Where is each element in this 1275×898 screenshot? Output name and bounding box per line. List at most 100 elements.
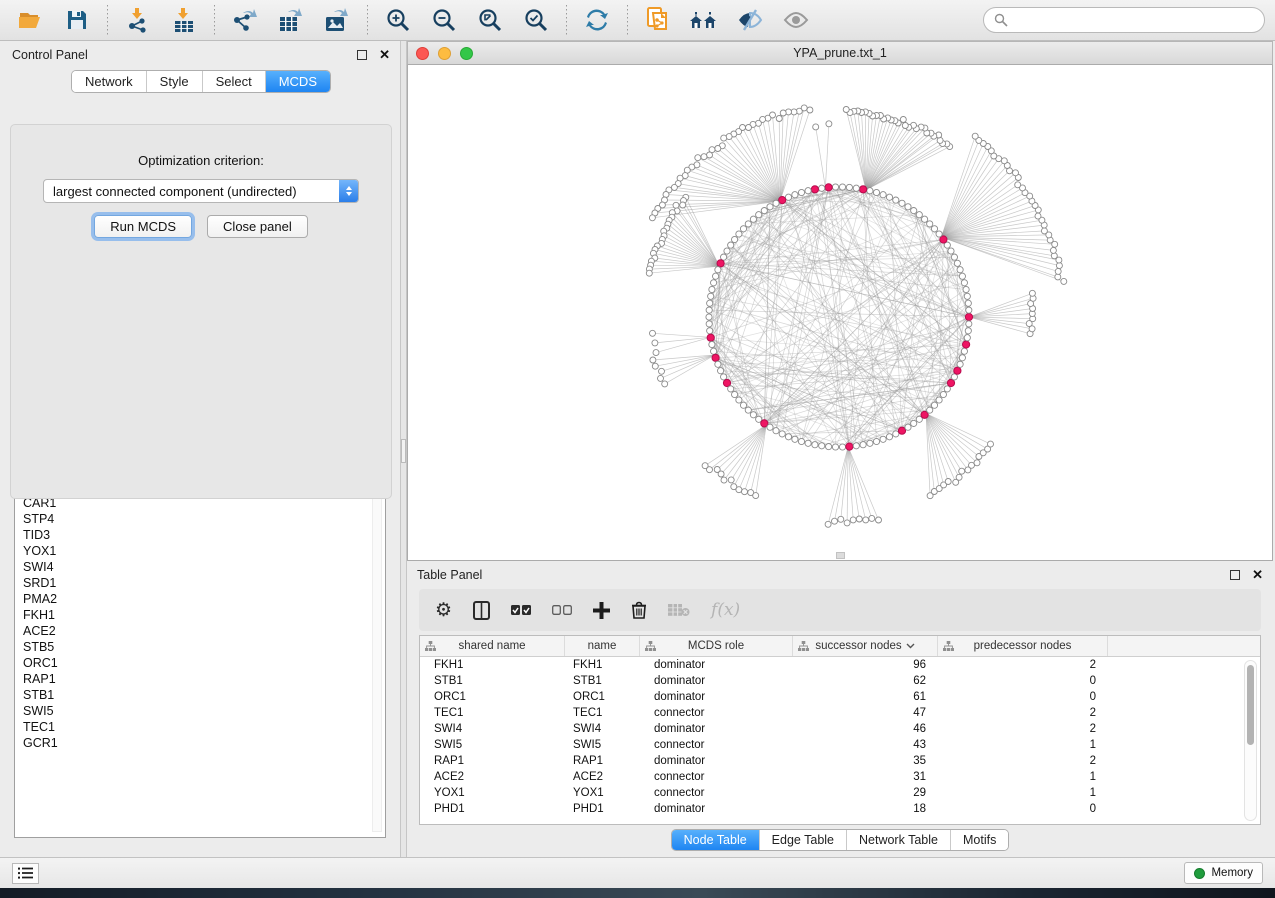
export-image-icon[interactable]: [316, 3, 358, 37]
cell-name: ACE2: [565, 771, 640, 783]
mcds-result-item[interactable]: TID3: [19, 527, 371, 543]
settings-gear-icon[interactable]: ⚙: [435, 601, 452, 620]
hide-selected-eye-icon[interactable]: [729, 3, 771, 37]
task-history-button[interactable]: [12, 863, 39, 884]
search-input[interactable]: [1014, 13, 1254, 27]
column-header-successor-nodes[interactable]: successor nodes: [793, 636, 938, 656]
mcds-result-item[interactable]: YOX1: [19, 543, 371, 559]
mcds-result-item[interactable]: STP4: [19, 511, 371, 527]
tab-motifs[interactable]: Motifs: [950, 830, 1008, 850]
mcds-result-item[interactable]: RAP1: [19, 671, 371, 687]
mcds-result-box: MCDS result (17 nodes) PHD1CAR1STP4TID3Y…: [14, 468, 386, 838]
mcds-result-item[interactable]: TEC1: [19, 719, 371, 735]
tab-style[interactable]: Style: [146, 71, 202, 92]
close-table-panel-icon[interactable]: ✕: [1252, 570, 1263, 580]
export-table-icon[interactable]: [270, 3, 312, 37]
table-row[interactable]: STB1STB1dominator620: [420, 673, 1260, 689]
tab-mcds[interactable]: MCDS: [265, 71, 330, 92]
criterion-value: largest connected component (undirected): [53, 184, 297, 199]
table-row[interactable]: SWI5SWI5connector431: [420, 737, 1260, 753]
tab-node-table[interactable]: Node Table: [672, 830, 759, 850]
table-row[interactable]: SWI4SWI4dominator462: [420, 721, 1260, 737]
float-table-panel-icon[interactable]: [1230, 570, 1240, 580]
cell-successor-nodes: 18: [793, 803, 938, 815]
cell-name: YOX1: [565, 787, 640, 799]
delete-table-icon: [668, 603, 690, 617]
mcds-result-item[interactable]: ACE2: [19, 623, 371, 639]
duplicate-network-icon[interactable]: [637, 3, 679, 37]
close-panel-button[interactable]: Close panel: [207, 215, 308, 238]
cell-shared-name: STB1: [420, 675, 565, 687]
column-header-predecessor-nodes[interactable]: predecessor nodes: [938, 636, 1108, 656]
cell-predecessor-nodes: 1: [938, 771, 1108, 783]
mcds-result-item[interactable]: STB5: [19, 639, 371, 655]
main-toolbar: [0, 0, 1275, 41]
cell-predecessor-nodes: 0: [938, 675, 1108, 687]
column-header-shared-name[interactable]: shared name: [420, 636, 565, 656]
vertical-splitter[interactable]: [400, 41, 407, 857]
table-row[interactable]: PHD1PHD1dominator180: [420, 801, 1260, 817]
toolbar-separator: [367, 5, 368, 35]
column-header-name[interactable]: name: [565, 636, 640, 656]
cell-MCDS-role: dominator: [640, 723, 793, 735]
deselect-all-icon[interactable]: [552, 605, 572, 616]
cell-name: SWI4: [565, 723, 640, 735]
show-columns-icon[interactable]: [473, 601, 490, 620]
cell-MCDS-role: dominator: [640, 675, 793, 687]
table-row[interactable]: ACE2ACE2connector311: [420, 769, 1260, 785]
select-all-icon[interactable]: [511, 605, 531, 616]
tab-edge-table[interactable]: Edge Table: [759, 830, 846, 850]
houses-icon[interactable]: [683, 3, 725, 37]
zoom-fit-icon[interactable]: [469, 3, 511, 37]
mcds-result-item[interactable]: FKH1: [19, 607, 371, 623]
cell-MCDS-role: dominator: [640, 691, 793, 703]
mcds-result-item[interactable]: STB1: [19, 687, 371, 703]
export-network-icon[interactable]: [224, 3, 266, 37]
tab-select[interactable]: Select: [202, 71, 265, 92]
table-row[interactable]: TEC1TEC1connector472: [420, 705, 1260, 721]
zoom-out-icon[interactable]: [423, 3, 465, 37]
mcds-result-item[interactable]: SWI5: [19, 703, 371, 719]
criterion-dropdown[interactable]: largest connected component (undirected): [43, 179, 359, 203]
mcds-list-scrollbar[interactable]: [372, 474, 382, 832]
cell-predecessor-nodes: 2: [938, 707, 1108, 719]
cell-shared-name: YOX1: [420, 787, 565, 799]
splitter-handle[interactable]: [401, 439, 406, 463]
table-row[interactable]: ORC1ORC1dominator610: [420, 689, 1260, 705]
table-body: FKH1FKH1dominator962STB1STB1dominator620…: [420, 657, 1260, 817]
column-header-MCDS-role[interactable]: MCDS role: [640, 636, 793, 656]
run-mcds-button[interactable]: Run MCDS: [94, 215, 192, 238]
zoom-selected-icon[interactable]: [515, 3, 557, 37]
mcds-result-item[interactable]: SRD1: [19, 575, 371, 591]
tree-icon: [425, 641, 436, 652]
table-row[interactable]: FKH1FKH1dominator962: [420, 657, 1260, 673]
horizontal-splitter-handle[interactable]: [836, 552, 845, 559]
mcds-result-item[interactable]: PMA2: [19, 591, 371, 607]
tab-network-table[interactable]: Network Table: [846, 830, 950, 850]
close-panel-icon[interactable]: ✕: [379, 50, 390, 60]
create-column-icon[interactable]: [593, 602, 610, 619]
table-row[interactable]: YOX1YOX1connector291: [420, 785, 1260, 801]
mcds-result-item[interactable]: ORC1: [19, 655, 371, 671]
table-row[interactable]: RAP1RAP1dominator352: [420, 753, 1260, 769]
mcds-result-item[interactable]: SWI4: [19, 559, 371, 575]
memory-button[interactable]: Memory: [1184, 862, 1263, 884]
tab-network[interactable]: Network: [72, 71, 146, 92]
network-graph[interactable]: [408, 65, 1272, 559]
float-panel-icon[interactable]: [357, 50, 367, 60]
search-box: [983, 7, 1265, 33]
mcds-result-item[interactable]: GCR1: [19, 735, 371, 751]
import-table-icon[interactable]: [163, 3, 205, 37]
network-canvas[interactable]: [407, 65, 1273, 561]
search-icon: [994, 13, 1008, 27]
table-scrollbar-thumb[interactable]: [1247, 665, 1254, 745]
open-file-icon[interactable]: [10, 3, 52, 37]
refresh-layout-icon[interactable]: [576, 3, 618, 37]
tree-icon: [645, 641, 656, 652]
cell-MCDS-role: dominator: [640, 659, 793, 671]
import-network-icon[interactable]: [117, 3, 159, 37]
delete-column-icon[interactable]: [631, 601, 647, 619]
table-scrollbar[interactable]: [1244, 660, 1257, 821]
zoom-in-icon[interactable]: [377, 3, 419, 37]
save-icon[interactable]: [56, 3, 98, 37]
